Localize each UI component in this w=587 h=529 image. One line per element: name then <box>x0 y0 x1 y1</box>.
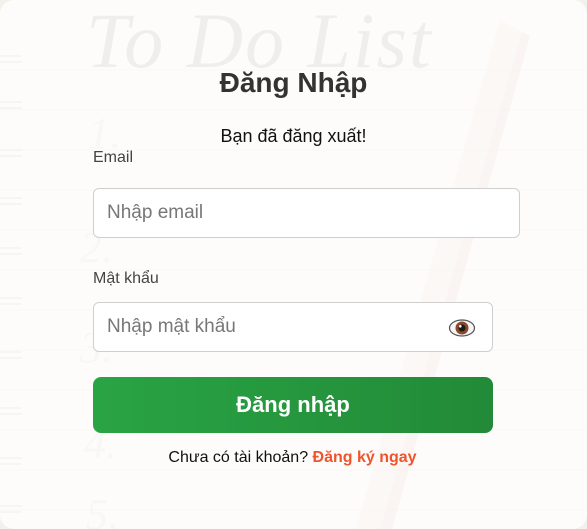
logout-message: Bạn đã đăng xuất! <box>220 126 367 146</box>
register-prompt: Chưa có tài khoản? Đăng ký ngay <box>0 448 585 468</box>
password-label: Mật khẩu <box>93 270 159 287</box>
eye-icon[interactable] <box>448 316 476 340</box>
page-title: Đăng Nhập <box>219 67 368 98</box>
login-button[interactable]: Đăng nhập <box>93 377 493 433</box>
email-field[interactable] <box>93 188 520 238</box>
login-card: To Do List Đăng Nhập Bạn đã đăng xuất! E… <box>0 0 587 529</box>
password-field[interactable] <box>93 302 493 352</box>
email-label: Email <box>93 149 134 166</box>
register-link[interactable]: Đăng ký ngay <box>313 449 417 466</box>
no-account-text: Chưa có tài khoản? <box>168 449 309 466</box>
